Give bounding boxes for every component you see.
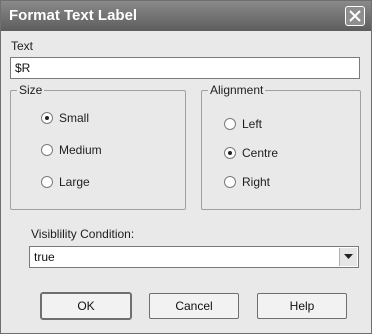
format-text-label-dialog: Format Text Label Text $R Size Small Med… — [0, 0, 372, 334]
alignment-group-title: Alignment — [208, 83, 266, 97]
close-button[interactable] — [345, 6, 365, 26]
align-right-label: Right — [242, 175, 271, 189]
size-large-radio[interactable] — [41, 176, 53, 188]
visibility-condition-value: true — [34, 250, 55, 264]
align-left-label: Left — [242, 117, 263, 131]
size-small-label: Small — [59, 111, 90, 125]
align-left-option[interactable]: Left — [202, 117, 352, 133]
chevron-down-icon — [344, 254, 353, 259]
cancel-button[interactable]: Cancel — [149, 293, 239, 319]
visibility-condition-select[interactable]: true — [29, 246, 359, 268]
align-right-radio[interactable] — [224, 176, 236, 188]
text-input[interactable]: $R — [10, 57, 360, 79]
dialog-title: Format Text Label — [9, 7, 138, 24]
help-button[interactable]: Help — [257, 293, 347, 319]
ok-button[interactable]: OK — [40, 292, 132, 320]
align-centre-label: Centre — [242, 146, 279, 160]
dropdown-button[interactable] — [339, 248, 357, 266]
close-icon — [349, 10, 361, 22]
size-small-radio[interactable] — [41, 112, 53, 124]
size-medium-radio[interactable] — [41, 144, 53, 156]
size-medium-option[interactable]: Medium — [11, 143, 181, 159]
align-centre-radio[interactable] — [224, 147, 236, 159]
size-medium-label: Medium — [59, 143, 102, 157]
title-bar[interactable]: Format Text Label — [1, 1, 371, 31]
size-group-title: Size — [17, 83, 45, 97]
alignment-group: Alignment Left Centre Right — [201, 83, 361, 210]
size-group: Size Small Medium Large — [10, 83, 186, 210]
size-large-label: Large — [59, 175, 90, 189]
size-large-option[interactable]: Large — [11, 175, 181, 191]
text-label: Text — [11, 39, 34, 53]
align-centre-option[interactable]: Centre — [202, 146, 352, 162]
size-small-option[interactable]: Small — [11, 111, 181, 127]
align-left-radio[interactable] — [224, 118, 236, 130]
align-right-option[interactable]: Right — [202, 175, 352, 191]
visibility-condition-label: Visiblility Condition: — [31, 227, 135, 241]
